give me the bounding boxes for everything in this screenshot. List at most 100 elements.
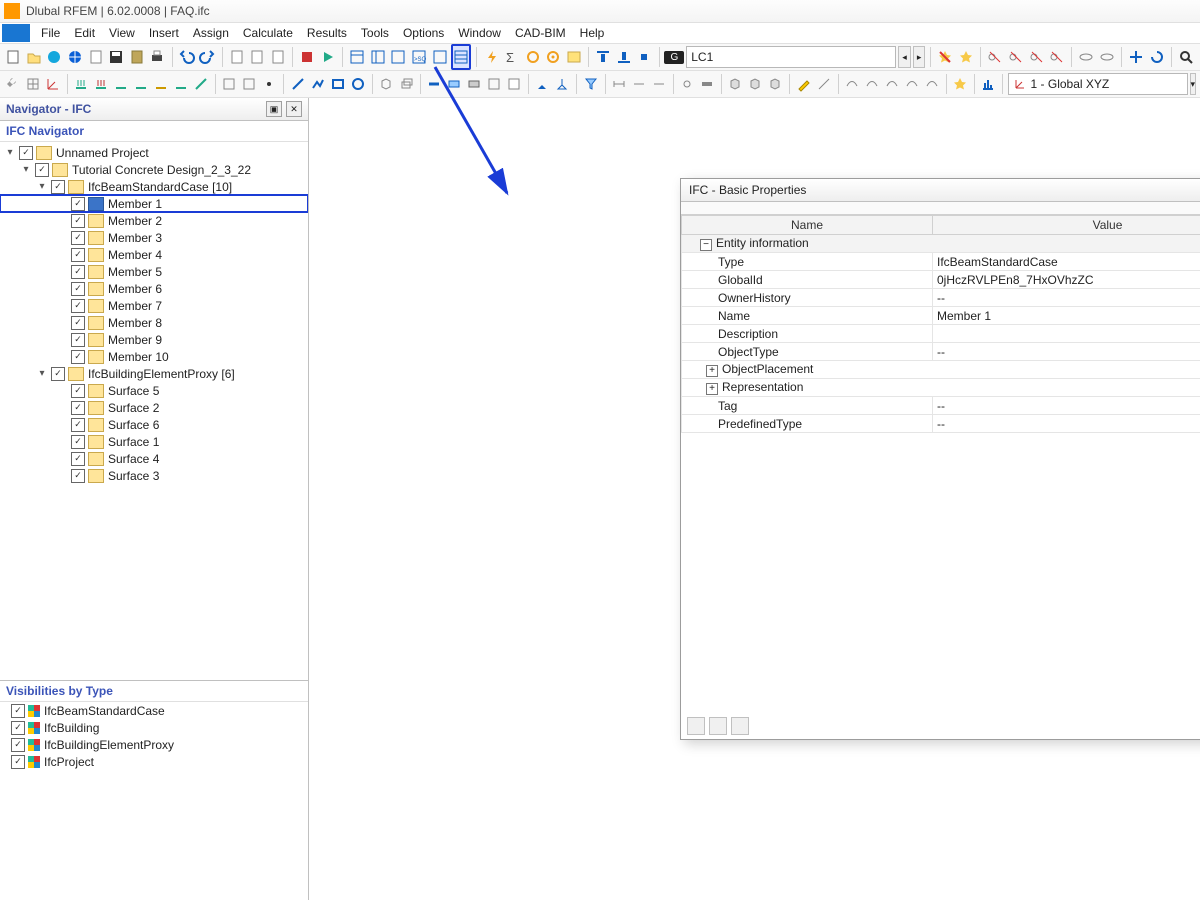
- load-2-icon[interactable]: [92, 72, 110, 96]
- wrench-icon[interactable]: [4, 72, 22, 96]
- menu-help[interactable]: Help: [573, 24, 612, 42]
- loadcase-selector[interactable]: LC1: [686, 46, 896, 68]
- tree-beam-group[interactable]: ▾✓IfcBeamStandardCase [10]: [0, 178, 308, 195]
- footer-icon[interactable]: [731, 717, 749, 735]
- stop-icon[interactable]: [298, 45, 317, 69]
- dim-3-icon[interactable]: [650, 72, 668, 96]
- cloud-icon[interactable]: [45, 45, 64, 69]
- vis-item[interactable]: ✓IfcBeamStandardCase: [0, 702, 308, 719]
- load-3-icon[interactable]: [112, 72, 130, 96]
- dim-off-1-icon[interactable]: [986, 45, 1005, 69]
- support-1-icon[interactable]: [533, 72, 551, 96]
- release-4-icon[interactable]: [903, 72, 921, 96]
- hinge-icon[interactable]: [678, 72, 696, 96]
- tree-member[interactable]: ✓Member 7: [0, 297, 308, 314]
- menu-assign[interactable]: Assign: [186, 24, 236, 42]
- menu-calculate[interactable]: Calculate: [236, 24, 300, 42]
- vis-item[interactable]: ✓IfcProject: [0, 753, 308, 770]
- tool-b-icon[interactable]: [240, 72, 258, 96]
- star-icon[interactable]: [957, 45, 976, 69]
- footer-icon[interactable]: [687, 717, 705, 735]
- star-tool-icon[interactable]: [951, 72, 969, 96]
- lc-next-icon[interactable]: ▸: [913, 46, 926, 68]
- dim-off-2-icon[interactable]: [1007, 45, 1026, 69]
- grid-icon[interactable]: [24, 72, 42, 96]
- tree-surface[interactable]: ✓Surface 3: [0, 467, 308, 484]
- tree-member[interactable]: ✓Member 5: [0, 263, 308, 280]
- tree-member[interactable]: ✓Member 8: [0, 314, 308, 331]
- extrude-icon[interactable]: [397, 72, 415, 96]
- draw-line-icon[interactable]: [815, 72, 833, 96]
- release-3-icon[interactable]: [883, 72, 901, 96]
- page-icon[interactable]: [86, 45, 105, 69]
- opening-icon[interactable]: [505, 72, 523, 96]
- load-5-icon[interactable]: [152, 72, 170, 96]
- tool-a-icon[interactable]: [220, 72, 238, 96]
- footer-icon[interactable]: [709, 717, 727, 735]
- menu-window[interactable]: Window: [451, 24, 508, 42]
- window-icon[interactable]: [565, 45, 584, 69]
- dim-1-icon[interactable]: [610, 72, 628, 96]
- vis-item[interactable]: ✓IfcBuildingElementProxy: [0, 736, 308, 753]
- move-icon[interactable]: [1127, 45, 1146, 69]
- tree-surface[interactable]: ✓Surface 1: [0, 433, 308, 450]
- solid-icon[interactable]: [465, 72, 483, 96]
- panel-5-icon[interactable]: [430, 45, 449, 69]
- paste-icon[interactable]: [128, 45, 147, 69]
- panel-pin-icon[interactable]: ▣: [266, 101, 282, 117]
- panel-close-icon[interactable]: ✕: [286, 101, 302, 117]
- surface-icon[interactable]: [445, 72, 463, 96]
- tree-member[interactable]: ✓Member 3: [0, 229, 308, 246]
- star-delete-icon[interactable]: [936, 45, 955, 69]
- menu-tools[interactable]: Tools: [354, 24, 396, 42]
- rigid-icon[interactable]: [698, 72, 716, 96]
- panel-1-icon[interactable]: [348, 45, 367, 69]
- search-icon[interactable]: [1177, 45, 1196, 69]
- redo-icon[interactable]: [198, 45, 217, 69]
- load-4-icon[interactable]: [132, 72, 150, 96]
- menu-view[interactable]: View: [102, 24, 142, 42]
- coord-dropdown-icon[interactable]: ▾: [1190, 73, 1197, 95]
- mesh-icon[interactable]: [485, 72, 503, 96]
- tree-tutorial[interactable]: ▾✓Tutorial Concrete Design_2_3_22: [0, 161, 308, 178]
- cube-icon[interactable]: [377, 72, 395, 96]
- polyline-icon[interactable]: [309, 72, 327, 96]
- globe-icon[interactable]: [66, 45, 85, 69]
- tree-member[interactable]: ✓Member 10: [0, 348, 308, 365]
- dim-2-icon[interactable]: [630, 72, 648, 96]
- save-icon[interactable]: [107, 45, 126, 69]
- rotate-icon[interactable]: [1148, 45, 1167, 69]
- chart-icon[interactable]: [979, 72, 997, 96]
- doc3-icon[interactable]: [269, 45, 288, 69]
- tree-member[interactable]: ✓Member 2: [0, 212, 308, 229]
- release-1-icon[interactable]: [843, 72, 861, 96]
- tree-surface[interactable]: ✓Surface 4: [0, 450, 308, 467]
- release-5-icon[interactable]: [923, 72, 941, 96]
- coord-system-selector[interactable]: 1 - Global XYZ: [1008, 73, 1188, 95]
- node-icon[interactable]: [260, 72, 278, 96]
- load-6-icon[interactable]: [172, 72, 190, 96]
- menu-file[interactable]: File: [34, 24, 67, 42]
- panel-3-icon[interactable]: [389, 45, 408, 69]
- axis-icon[interactable]: [44, 72, 62, 96]
- eye-1-icon[interactable]: [1077, 45, 1096, 69]
- bolt-icon[interactable]: [482, 45, 501, 69]
- tree-root[interactable]: ▾✓Unnamed Project: [0, 144, 308, 161]
- align-center-icon[interactable]: [635, 45, 654, 69]
- funnel-icon[interactable]: [582, 72, 600, 96]
- tree-member-1[interactable]: ✓Member 1: [0, 195, 308, 212]
- target-icon[interactable]: [544, 45, 563, 69]
- rect-icon[interactable]: [329, 72, 347, 96]
- refresh-icon[interactable]: [523, 45, 542, 69]
- menu-insert[interactable]: Insert: [142, 24, 186, 42]
- align-top-icon[interactable]: [594, 45, 613, 69]
- menu-edit[interactable]: Edit: [67, 24, 102, 42]
- dim-off-4-icon[interactable]: [1048, 45, 1067, 69]
- sigma-icon[interactable]: Σ: [503, 45, 522, 69]
- pencil-icon[interactable]: [795, 72, 813, 96]
- panel-2-icon[interactable]: [369, 45, 388, 69]
- align-bottom-icon[interactable]: [615, 45, 634, 69]
- tree-surface[interactable]: ✓Surface 5: [0, 382, 308, 399]
- model-canvas[interactable]: IFC - Basic Properties ✕ Name Value −Ent…: [309, 98, 1200, 900]
- print-icon[interactable]: [148, 45, 167, 69]
